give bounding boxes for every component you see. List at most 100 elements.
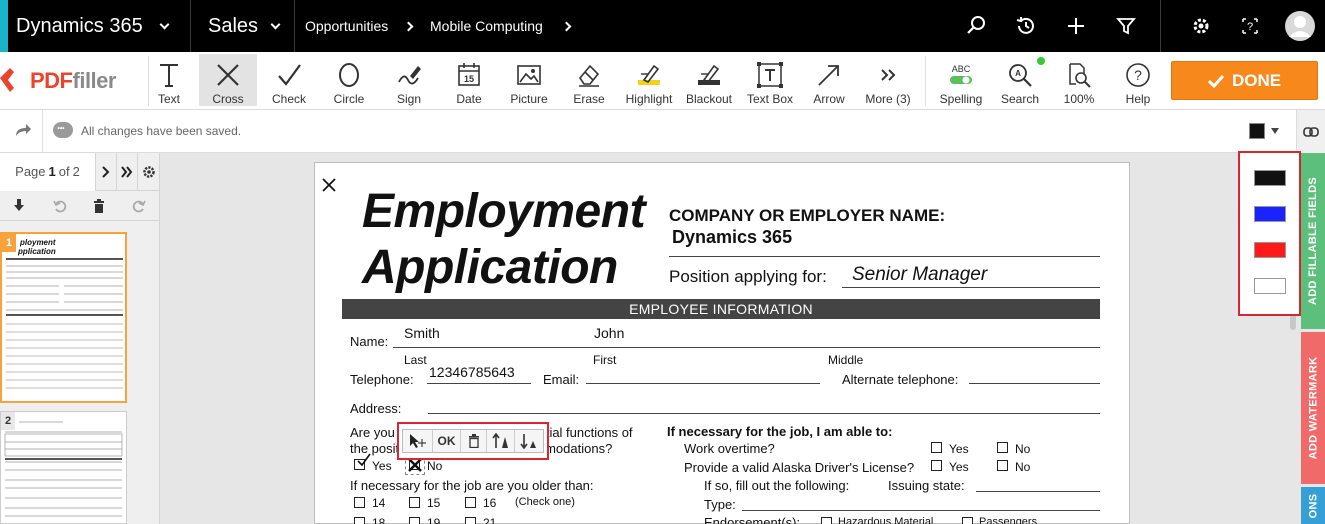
page-navigator: Page 1 of 2 [0,152,160,191]
add-icon[interactable] [1063,13,1089,39]
license-yes-checkbox[interactable] [931,460,942,471]
color-option-blue[interactable] [1254,206,1286,222]
rotate-icon[interactable] [129,196,149,216]
delete-annotation-icon[interactable] [461,430,487,452]
recent-history-icon[interactable] [1013,13,1039,39]
issuing-state-underline [976,491,1100,492]
tool-picture-button[interactable]: Picture [506,54,552,106]
tool-erase-button[interactable]: Erase [568,54,610,106]
age-19-checkbox[interactable] [409,517,420,524]
breadcrumb-mobile-computing[interactable]: Mobile Computing [430,0,543,52]
essential-yes-label: Yes [372,459,392,473]
tool-help-button[interactable]: ? Help [1116,54,1160,106]
user-avatar-icon[interactable] [1284,10,1316,42]
passengers-label: Passengers [979,516,1038,524]
redo-arrow-icon[interactable] [14,123,32,142]
page-indicator[interactable]: Page 1 of 2 [0,152,96,191]
help-icon[interactable]: ? [1237,13,1263,39]
overtime-yes-checkbox[interactable] [931,442,942,453]
tool-label: Arrow [813,92,845,106]
bring-forward-icon[interactable] [487,430,515,452]
age-16-checkbox[interactable] [465,497,476,508]
link-button[interactable] [1296,110,1325,153]
tool-label: Check [271,92,306,106]
check-one-note: (Check one) [515,496,575,508]
age-15-checkbox[interactable] [409,497,420,508]
svg-text:?: ? [1247,21,1253,33]
color-option-white[interactable] [1254,278,1286,294]
page-settings-button[interactable] [138,153,159,191]
tool-arrow-button[interactable]: Arrow [807,54,851,106]
tool-cross-button[interactable]: Cross [199,54,257,106]
tool-more-button[interactable]: More (3) [862,54,914,106]
spelling-icon: ABC [949,60,973,90]
settings-gear-icon[interactable] [1188,13,1214,39]
tool-circle-button[interactable]: Circle [326,54,372,106]
download-icon[interactable] [9,196,29,216]
last-name-value[interactable]: Smith [404,325,440,341]
color-picker-dropdown[interactable] [1249,120,1289,142]
tool-check-button[interactable]: Check [266,54,312,106]
send-backward-icon[interactable] [515,430,543,452]
tool-blackout-button[interactable]: Blackout [683,54,735,106]
passengers-checkbox[interactable] [962,517,973,524]
tool-spelling-toggle[interactable]: ABC Spelling [936,54,986,106]
more-options-tab[interactable]: ONS [1301,487,1325,524]
overtime-no-checkbox[interactable] [997,442,1008,453]
hazmat-checkbox[interactable] [821,517,832,524]
page-thumbnail-1[interactable]: 1 ployment pplication [0,232,127,403]
age-14-checkbox[interactable] [354,497,365,508]
date-icon-number: 15 [464,74,474,84]
add-watermark-tab[interactable]: ADD WATERMARK [1301,332,1325,484]
tool-label: Search [1000,92,1040,106]
tool-text-button[interactable]: Text [147,54,191,106]
telephone-value[interactable]: 12346785643 [429,364,515,380]
nav-divider [190,0,191,52]
selected-color-swatch [1249,123,1265,139]
close-icon[interactable] [321,177,337,193]
check-icon [276,60,302,90]
page-thumbnail-2[interactable]: 2 [0,411,127,524]
telephone-underline [427,383,531,384]
company-value[interactable]: Dynamics 365 [672,227,792,248]
first-name-value[interactable]: John [594,325,624,341]
textbox-icon [757,60,783,90]
alternate-telephone-underline [969,383,1100,384]
undo-icon[interactable] [50,196,70,216]
last-page-button[interactable] [117,152,138,191]
color-option-black[interactable] [1254,170,1286,186]
add-fillable-fields-tab[interactable]: ADD FILLABLE FIELDS [1301,153,1325,329]
age-21-label: 21 [483,516,497,524]
tool-textbox-button[interactable]: Text Box [744,54,796,106]
tool-highlight-button[interactable]: Highlight [622,54,676,106]
age-21-checkbox[interactable] [465,517,476,524]
breadcrumb-opportunities[interactable]: Opportunities [305,0,388,52]
tool-search-button[interactable]: A Search [998,54,1042,106]
move-cursor-icon[interactable] [403,430,433,452]
trash-icon[interactable] [89,196,109,216]
app-title-menu[interactable]: Dynamics 365 [16,0,170,52]
essential-no-label: No [427,459,443,473]
next-page-button[interactable] [96,152,117,191]
position-underline [842,287,1100,288]
tool-date-button[interactable]: 15 Date [447,54,491,106]
search-icon[interactable] [963,13,989,39]
age-18-checkbox[interactable] [354,517,365,524]
color-option-red[interactable] [1254,242,1286,258]
caret-down-icon [1271,128,1279,134]
tool-sign-button[interactable]: Sign [387,54,431,106]
svg-text:ployment: ployment [19,238,56,247]
pdffiller-logo: PDFfiller [0,62,116,100]
tool-zoom-button[interactable]: 100% [1057,54,1101,106]
filter-icon[interactable] [1113,13,1139,39]
telephone-label: Telephone: [350,372,414,387]
side-tab-label: ADD WATERMARK [1307,356,1319,460]
ok-button[interactable]: OK [433,430,461,452]
position-value[interactable]: Senior Manager [852,264,987,286]
check-mark-icon [356,453,372,467]
done-button[interactable]: DONE [1171,61,1318,100]
module-menu[interactable]: Sales [208,0,281,52]
tool-label: 100% [1063,92,1095,106]
tool-label: Erase [573,92,605,106]
license-no-checkbox[interactable] [997,460,1008,471]
